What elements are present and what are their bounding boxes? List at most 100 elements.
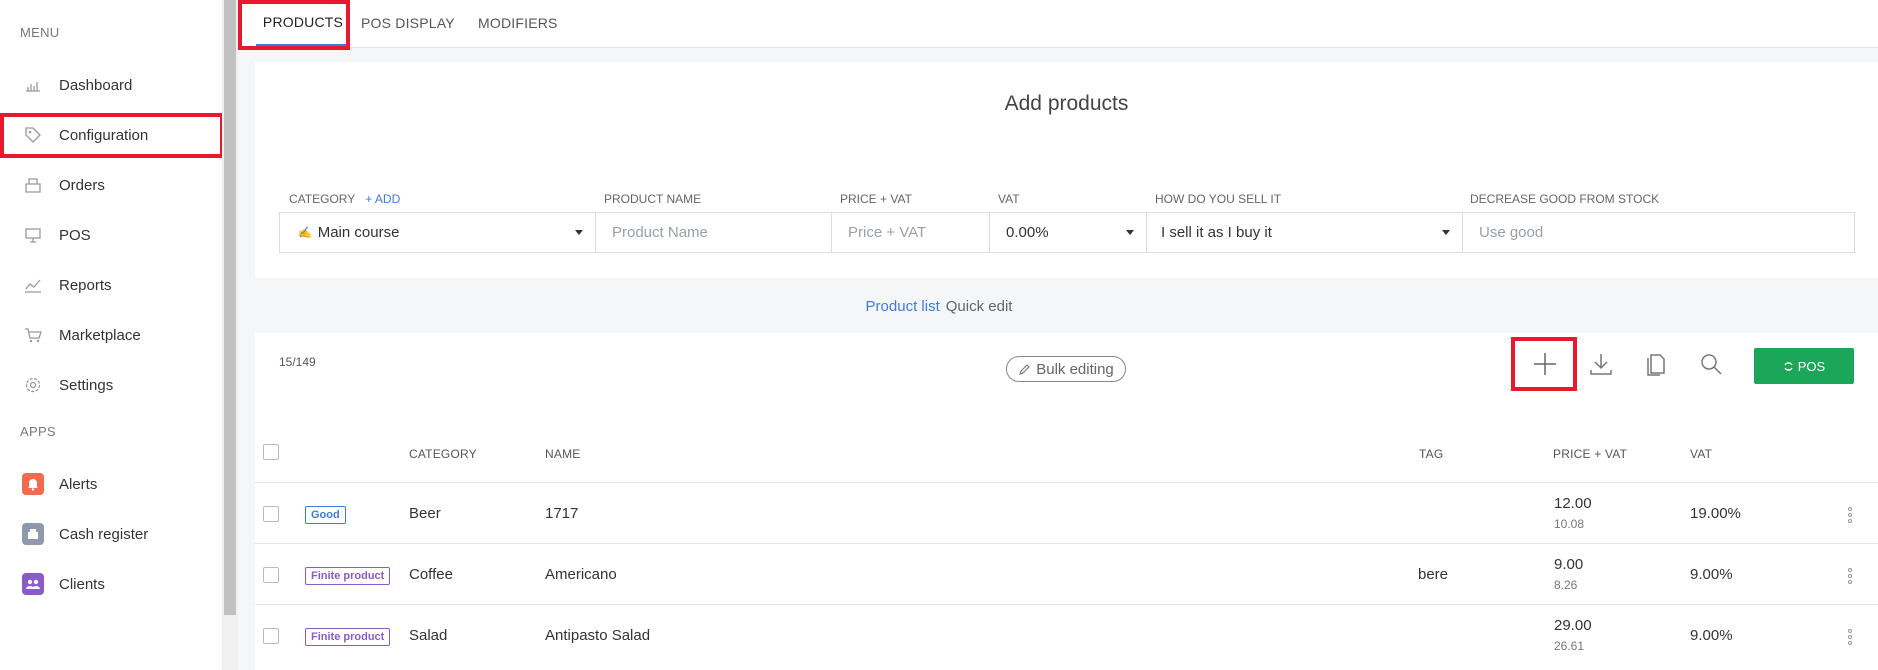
sidebar-item-label: Cash register [59, 525, 149, 543]
row-name: Antipasto Salad [545, 627, 651, 644]
sidebar-item-orders[interactable]: Orders [0, 164, 222, 206]
type-badge: Good [305, 506, 346, 524]
sidebar-item-dashboard[interactable]: Dashboard [0, 64, 222, 106]
dashboard-icon [22, 74, 44, 96]
tab-bar: PRODUCTS POS DISPLAY MODIFIERS [238, 0, 1878, 48]
users-icon [22, 573, 44, 595]
cart-icon [22, 324, 44, 346]
pos-button-label: POS [1797, 358, 1826, 374]
tab-pos-display[interactable]: POS DISPLAY [361, 0, 455, 46]
alerts-icon-wrap [22, 473, 44, 495]
pos-button[interactable]: POS [1754, 348, 1854, 384]
row-checkbox[interactable] [263, 628, 279, 644]
row-price-net: 26.61 [1554, 639, 1585, 653]
sidebar-item-label: Marketplace [59, 326, 141, 344]
row-name: 1717 [545, 505, 579, 522]
vat-select[interactable]: 0.00% [990, 213, 1147, 252]
use-good-input[interactable]: Use good [1463, 213, 1854, 252]
sidebar-item-label: Clients [59, 575, 105, 593]
gear-icon [22, 374, 44, 396]
sync-icon [1784, 361, 1793, 371]
row-vat: 9.00% [1690, 566, 1733, 583]
row-vat: 9.00% [1690, 627, 1733, 644]
row-category: Salad [409, 627, 448, 644]
more-options-icon[interactable] [1848, 629, 1852, 645]
sidebar-item-label: Reports [59, 276, 112, 294]
sidebar-scrollbar[interactable] [222, 0, 238, 670]
reports-icon [22, 274, 44, 296]
chevron-down-icon [1126, 230, 1134, 235]
more-options-icon[interactable] [1848, 507, 1852, 523]
table-row[interactable]: Finite product Coffee Americano bere 9.0… [255, 543, 1878, 604]
clients-icon-wrap [22, 573, 44, 595]
table-row[interactable]: Finite product Salad Antipasto Salad 29.… [255, 604, 1878, 665]
row-category: Coffee [409, 566, 453, 583]
tab-modifiers[interactable]: MODIFIERS [478, 0, 558, 46]
sidebar: MENU Dashboard Configuration Orders POS … [0, 0, 224, 670]
decrease-stock-column-label: DECREASE GOOD FROM STOCK [1470, 192, 1660, 206]
sidebar-item-label: POS [59, 226, 91, 244]
row-price-net: 8.26 [1554, 578, 1578, 592]
select-all-checkbox[interactable] [263, 444, 279, 460]
sidebar-item-marketplace[interactable]: Marketplace [0, 314, 222, 356]
row-price: 29.00 [1554, 617, 1592, 634]
sidebar-item-label: Alerts [59, 475, 98, 493]
product-count: 15/149 [279, 355, 316, 369]
bell-icon [22, 473, 44, 495]
header-category[interactable]: CATEGORY [409, 447, 477, 461]
sidebar-item-cash-register[interactable]: Cash register [0, 513, 222, 555]
header-tag[interactable]: TAG [1419, 447, 1443, 461]
products-tab-highlight [238, 0, 350, 50]
add-products-title: Add products [1004, 92, 1129, 115]
category-label: CATEGORY [289, 192, 356, 206]
quick-edit-link[interactable]: Quick edit [946, 298, 1013, 315]
pencil-icon [1019, 363, 1030, 375]
header-vat[interactable]: VAT [1690, 447, 1712, 461]
table-row[interactable]: Good Beer 1717 12.00 10.08 19.00% [255, 482, 1878, 543]
product-list-link[interactable]: Product list [866, 298, 940, 315]
sidebar-item-settings[interactable]: Settings [0, 364, 222, 406]
row-price: 12.00 [1554, 495, 1592, 512]
cash-register-icon-wrap [22, 523, 44, 545]
add-product-form: ✍ Main course Product Name Price + VAT 0… [279, 212, 1855, 253]
search-button[interactable] [1693, 346, 1729, 382]
type-badge: Finite product [305, 567, 391, 585]
menu-heading: MENU [20, 25, 60, 40]
more-options-icon[interactable] [1848, 568, 1852, 584]
header-price-vat[interactable]: PRICE + VAT [1553, 447, 1627, 461]
category-select[interactable]: ✍ Main course [280, 213, 596, 252]
category-value: Main course [317, 224, 400, 241]
header-name[interactable]: NAME [545, 447, 580, 461]
chevron-down-icon [1442, 230, 1450, 235]
sidebar-item-clients[interactable]: Clients [0, 563, 222, 605]
row-vat: 19.00% [1690, 505, 1741, 522]
cash-register-icon [22, 523, 44, 545]
sidebar-item-alerts[interactable]: Alerts [0, 463, 222, 505]
download-icon [1590, 354, 1612, 375]
sidebar-item-label: Settings [59, 376, 114, 394]
product-name-input[interactable]: Product Name [596, 213, 832, 252]
category-icon: ✍ [298, 227, 312, 239]
add-category-link[interactable]: + ADD [365, 192, 400, 206]
product-name-column-label: PRODUCT NAME [604, 192, 702, 206]
row-price-net: 10.08 [1554, 517, 1585, 531]
bulk-editing-button[interactable]: Bulk editing [1006, 356, 1126, 382]
how-sell-value: I sell it as I buy it [1161, 224, 1272, 241]
how-sell-select[interactable]: I sell it as I buy it [1147, 213, 1463, 252]
bulk-editing-label: Bulk editing [1036, 360, 1114, 378]
sidebar-item-label: Dashboard [59, 76, 133, 94]
category-column-label: CATEGORY + ADD [289, 192, 400, 206]
price-vat-column-label: PRICE + VAT [840, 192, 912, 206]
price-vat-input[interactable]: Price + VAT [832, 213, 990, 252]
row-price: 9.00 [1554, 556, 1584, 573]
pos-icon [22, 224, 44, 246]
sidebar-item-label: Orders [59, 176, 105, 194]
vat-column-label: VAT [998, 192, 1020, 206]
download-button[interactable] [1583, 346, 1619, 382]
sidebar-item-pos[interactable]: POS [0, 214, 222, 256]
row-checkbox[interactable] [263, 567, 279, 583]
type-badge: Finite product [305, 628, 391, 646]
row-checkbox[interactable] [263, 506, 279, 522]
copy-button[interactable] [1638, 346, 1674, 382]
configuration-highlight [0, 113, 224, 158]
